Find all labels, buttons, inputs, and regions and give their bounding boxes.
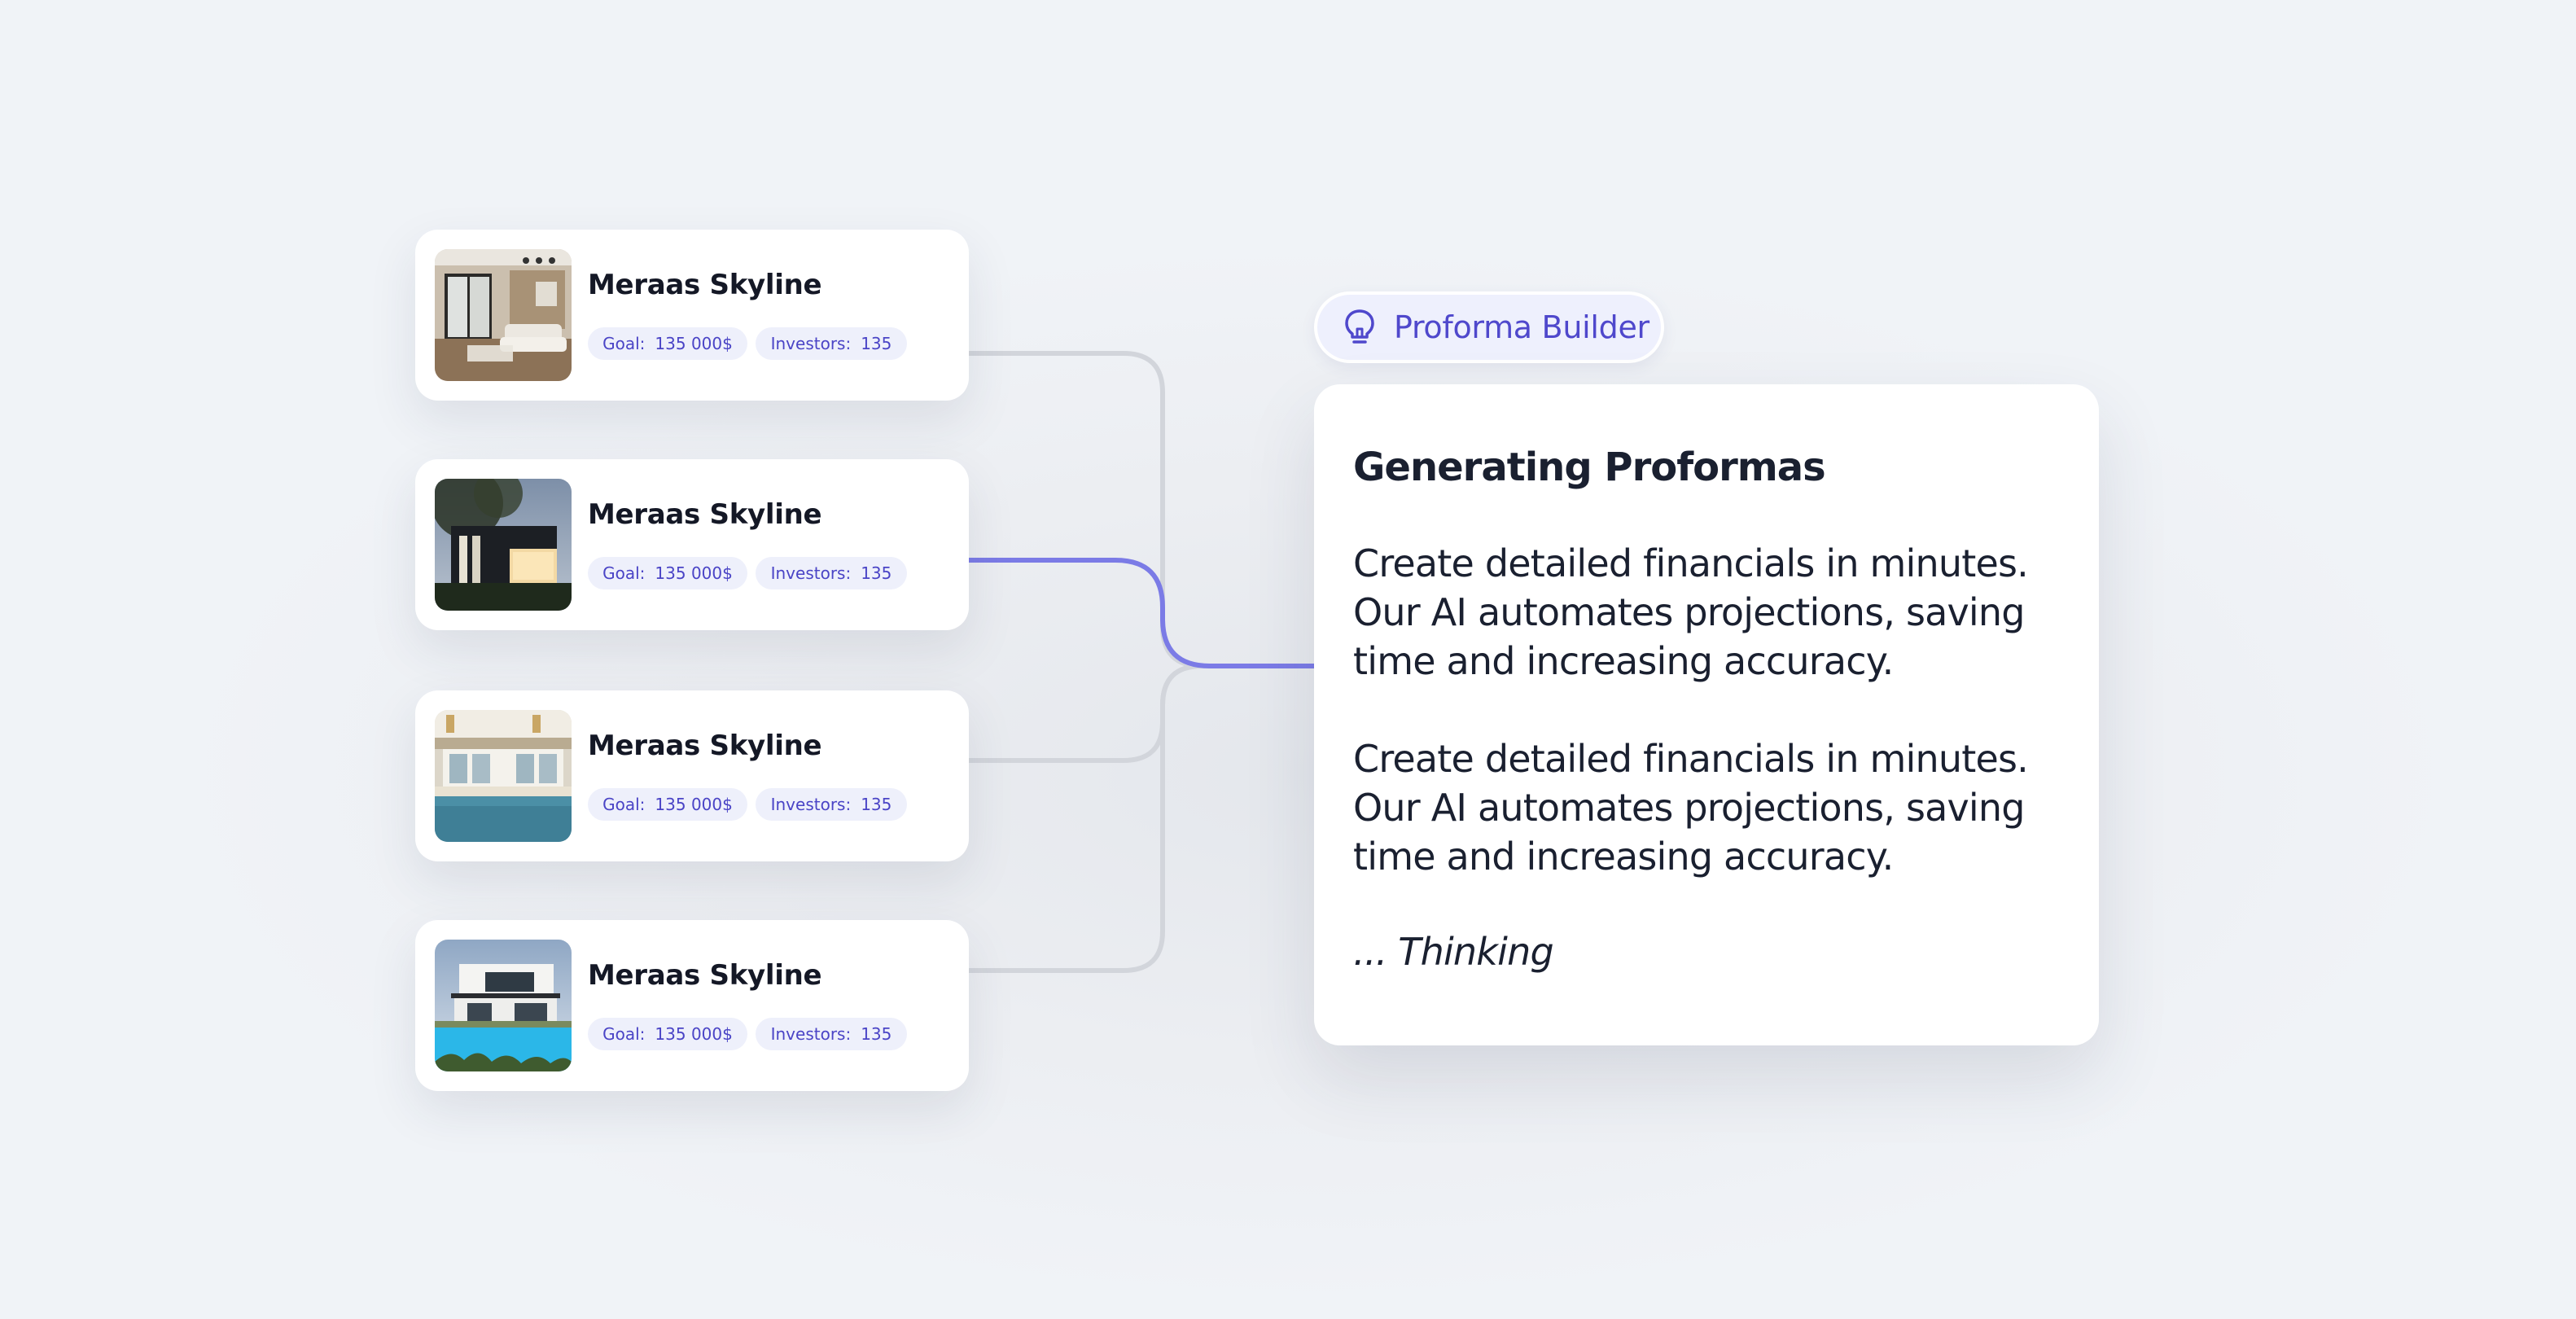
goal-value: 135 000$ (655, 1024, 733, 1044)
goal-value: 135 000$ (655, 334, 733, 353)
investors-pill: Investors: 135 (756, 788, 907, 821)
connector-lines (965, 351, 1316, 973)
goal-label: Goal: (602, 795, 646, 814)
investors-label: Investors: (770, 334, 852, 353)
thinking-status: ... Thinking (1353, 930, 1554, 974)
property-image-living-room (435, 249, 572, 381)
investors-label: Investors: (770, 1024, 852, 1044)
goal-pill: Goal: 135 000$ (588, 327, 747, 360)
property-image-villa-pool (435, 940, 572, 1071)
goal-pill: Goal: 135 000$ (588, 557, 747, 589)
panel-paragraph: Create detailed financials in minutes. O… (1353, 737, 2029, 879)
goal-value: 135 000$ (655, 795, 733, 814)
investors-pill: Investors: 135 (756, 1018, 907, 1050)
generating-panel: Generating Proformas Create detailed fin… (1314, 384, 2099, 1045)
connector-line-4 (965, 664, 1316, 973)
panel-paragraph: Create detailed financials in minutes. O… (1353, 541, 2029, 683)
property-image-poolside-villa (435, 710, 572, 842)
property-title[interactable]: Meraas Skyline (588, 959, 822, 992)
property-image-modern-house (435, 479, 572, 611)
goal-pill: Goal: 135 000$ (588, 788, 747, 821)
investors-label: Investors: (770, 795, 852, 814)
badge-label: Proforma Builder (1394, 309, 1649, 345)
investors-value: 135 (861, 1024, 892, 1044)
proforma-builder-badge[interactable]: Proforma Builder (1314, 291, 1664, 363)
property-card[interactable]: Meraas Skyline Goal: 135 000$ Investors:… (415, 230, 969, 401)
property-title[interactable]: Meraas Skyline (588, 498, 822, 531)
investors-value: 135 (861, 334, 892, 353)
property-title[interactable]: Meraas Skyline (588, 730, 822, 762)
property-card[interactable]: Meraas Skyline Goal: 135 000$ Investors:… (415, 690, 969, 861)
property-title[interactable]: Meraas Skyline (588, 269, 822, 301)
connector-line-active (965, 558, 1316, 668)
property-card[interactable]: Meraas Skyline Goal: 135 000$ Investors:… (415, 459, 969, 630)
connector-line-3 (965, 664, 1316, 763)
investors-value: 135 (861, 795, 892, 814)
goal-label: Goal: (602, 563, 646, 583)
investors-value: 135 (861, 563, 892, 583)
investors-label: Investors: (770, 563, 852, 583)
goal-label: Goal: (602, 334, 646, 353)
goal-label: Goal: (602, 1024, 646, 1044)
connector-line-1 (965, 351, 1316, 668)
lightbulb-icon (1345, 309, 1374, 344)
panel-title: Generating Proformas (1353, 445, 1826, 490)
goal-value: 135 000$ (655, 563, 733, 583)
investors-pill: Investors: 135 (756, 557, 907, 589)
goal-pill: Goal: 135 000$ (588, 1018, 747, 1050)
investors-pill: Investors: 135 (756, 327, 907, 360)
property-card[interactable]: Meraas Skyline Goal: 135 000$ Investors:… (415, 920, 969, 1091)
